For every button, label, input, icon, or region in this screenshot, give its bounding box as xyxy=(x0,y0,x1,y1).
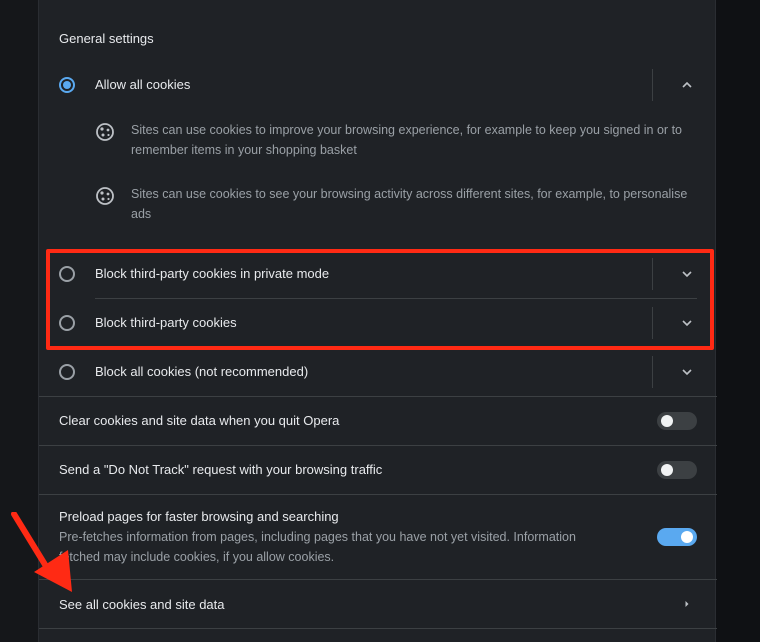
link-label: See all cookies and site data xyxy=(59,597,225,612)
preload-pages-toggle[interactable] xyxy=(657,528,697,546)
chevron-down-icon[interactable] xyxy=(679,364,695,380)
settings-panel: General settings Allow all cookies Sites… xyxy=(38,0,717,642)
vertical-divider xyxy=(652,69,653,101)
annotation-arrow-icon xyxy=(11,512,72,592)
divider xyxy=(95,298,697,299)
vertical-divider xyxy=(652,258,653,290)
toggle-knob xyxy=(661,464,673,476)
clear-cookies-on-quit-row: Clear cookies and site data when you qui… xyxy=(39,397,717,445)
radio-button[interactable] xyxy=(59,315,75,331)
do-not-track-row: Send a "Do Not Track" request with your … xyxy=(39,446,717,494)
chevron-down-icon[interactable] xyxy=(679,315,695,331)
chevron-right-icon xyxy=(679,596,695,612)
cookie-detail-text: Sites can use cookies to see your browsi… xyxy=(131,187,688,221)
setting-description: Pre-fetches information from pages, incl… xyxy=(59,530,576,564)
cookie-detail-item: Sites can use cookies to see your browsi… xyxy=(95,184,695,228)
radio-label: Block third-party cookies in private mod… xyxy=(95,266,330,281)
vertical-divider xyxy=(652,356,653,388)
see-all-cookies-link[interactable]: See all cookies and site data xyxy=(39,580,717,628)
divider xyxy=(39,628,717,629)
radio-label: Block third-party cookies xyxy=(95,315,237,330)
cookie-icon xyxy=(95,122,115,142)
chevron-up-icon[interactable] xyxy=(679,77,695,93)
toggle-knob xyxy=(681,531,693,543)
setting-label: Preload pages for faster browsing and se… xyxy=(59,509,339,524)
radio-allow-all-cookies[interactable]: Allow all cookies xyxy=(39,68,717,102)
radio-button[interactable] xyxy=(59,364,75,380)
cookie-icon xyxy=(95,186,115,206)
radio-button[interactable] xyxy=(59,266,75,282)
radio-button-selected[interactable] xyxy=(59,77,75,93)
cookie-detail-item: Sites can use cookies to improve your br… xyxy=(95,120,695,164)
vertical-divider xyxy=(652,307,653,339)
preload-pages-row: Preload pages for faster browsing and se… xyxy=(39,495,717,579)
clear-cookies-toggle[interactable] xyxy=(657,412,697,430)
setting-label: Send a "Do Not Track" request with your … xyxy=(59,462,383,477)
right-background xyxy=(716,0,760,642)
toggle-knob xyxy=(661,415,673,427)
section-title: General settings xyxy=(59,31,154,46)
radio-block-third-party-private[interactable]: Block third-party cookies in private mod… xyxy=(39,257,717,291)
chevron-down-icon[interactable] xyxy=(679,266,695,282)
setting-label: Clear cookies and site data when you qui… xyxy=(59,413,340,428)
do-not-track-toggle[interactable] xyxy=(657,461,697,479)
radio-label: Block all cookies (not recommended) xyxy=(95,364,309,379)
radio-block-third-party[interactable]: Block third-party cookies xyxy=(39,306,717,340)
radio-block-all-cookies[interactable]: Block all cookies (not recommended) xyxy=(39,355,717,389)
cookie-detail-text: Sites can use cookies to improve your br… xyxy=(131,123,682,157)
radio-label: Allow all cookies xyxy=(95,77,191,92)
